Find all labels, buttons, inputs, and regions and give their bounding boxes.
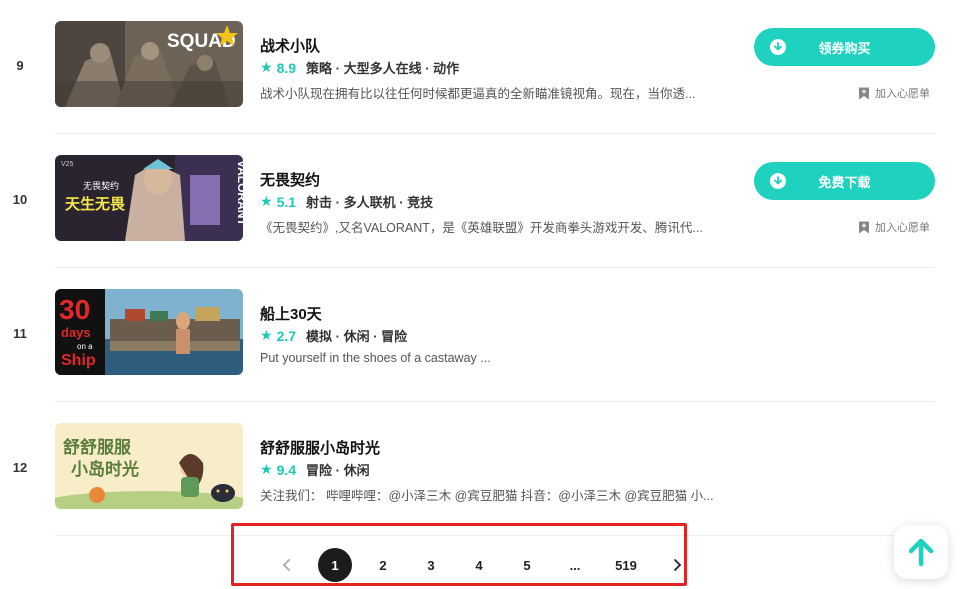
rank-number: 11 — [13, 326, 27, 341]
bookmark-icon — [859, 87, 869, 99]
game-row[interactable]: 10 V25 无畏契约 天生无畏 VALORANT 无畏契约 ★ 5.1 射击 … — [0, 134, 960, 268]
next-page-button[interactable] — [660, 548, 694, 582]
download-icon — [770, 173, 786, 189]
game-description: 《无畏契约》,又名VALORANT，是《英雄联盟》开发商拳头游戏开发、腾讯代..… — [260, 221, 703, 235]
free-download-button[interactable]: 免费下载 — [754, 162, 935, 200]
back-to-top-button[interactable] — [894, 525, 948, 579]
game-thumbnail[interactable]: 舒舒服服 小岛时光 — [55, 423, 243, 509]
game-row[interactable]: 11 30 days on a Ship 船上30天 ★ 2.7 模拟 · 休闲… — [0, 268, 960, 402]
game-title[interactable]: 船上30天 — [260, 303, 322, 324]
chevron-right-icon — [674, 559, 682, 571]
bookmark-icon — [859, 221, 869, 233]
game-row[interactable]: 9 SQUAD 战术小队 ★ 8.9 策略 · 大型多人在线 · 动作 战术小队… — [0, 0, 960, 134]
game-tags: 模拟 · 休闲 · 冒险 — [306, 329, 408, 344]
game-score: 5.1 — [276, 193, 297, 210]
squad-cover-image: SQUAD — [55, 21, 243, 107]
rank-number: 10 — [12, 192, 28, 207]
valorant-cover-image: V25 无畏契约 天生无畏 VALORANT — [55, 155, 243, 241]
add-to-wishlist-link[interactable]: 加入心愿单 — [858, 85, 930, 101]
game-score: 9.4 — [276, 461, 297, 478]
game-title[interactable]: 无畏契约 — [260, 169, 320, 190]
page-button[interactable]: 2 — [366, 548, 400, 582]
game-meta: ★ 9.4 冒险 · 休闲 — [260, 460, 370, 479]
game-score: 8.9 — [276, 59, 297, 76]
page-button[interactable]: 5 — [510, 548, 544, 582]
game-tags: 冒险 · 休闲 — [306, 463, 370, 478]
game-tags: 策略 · 大型多人在线 · 动作 — [306, 61, 460, 76]
thumb-days-text: days — [61, 325, 91, 340]
game-thumbnail[interactable]: 30 days on a Ship — [55, 289, 243, 375]
thumb-title-line1: 舒舒服服 — [63, 437, 132, 457]
star-icon: ★ — [260, 59, 273, 75]
thumb-ship-text: Ship — [61, 352, 96, 369]
last-page-button[interactable]: 519 — [606, 548, 646, 582]
game-thumbnail[interactable]: SQUAD — [55, 21, 243, 107]
game-meta: ★ 8.9 策略 · 大型多人在线 · 动作 — [260, 58, 459, 77]
button-label: 免费下载 — [818, 174, 871, 190]
cozy-island-cover-image: 舒舒服服 小岛时光 — [55, 423, 243, 509]
page-ellipsis: ... — [569, 557, 581, 573]
game-tags: 射击 · 多人联机 · 竞技 — [306, 195, 434, 210]
game-meta: ★ 5.1 射击 · 多人联机 · 竞技 — [260, 192, 433, 211]
star-icon: ★ — [260, 193, 273, 209]
thumb-title-line2: 小岛时光 — [71, 459, 139, 479]
game-meta: ★ 2.7 模拟 · 休闲 · 冒险 — [260, 326, 407, 345]
prev-page-button[interactable] — [270, 548, 304, 582]
thumb-small-text: 无畏契约 — [83, 180, 119, 191]
thumb-corner-text: V25 — [61, 161, 74, 168]
button-label: 领券购买 — [818, 40, 871, 56]
30-days-ship-cover-image: 30 days on a Ship — [55, 289, 243, 375]
game-title[interactable]: 战术小队 — [260, 35, 320, 56]
thumb-on-text: on a — [77, 342, 93, 351]
thumb-side-text: VALORANT — [235, 160, 243, 226]
star-icon: ★ — [260, 461, 273, 477]
chevron-left-icon — [282, 559, 290, 571]
game-title[interactable]: 舒舒服服小岛时光 — [260, 437, 380, 458]
game-row[interactable]: 12 舒舒服服 小岛时光 舒舒服服小岛时光 ★ 9.4 冒险 · 休闲 关注我们… — [0, 402, 960, 536]
download-icon — [770, 39, 786, 55]
star-icon: ★ — [260, 327, 273, 343]
thumb-slogan-text: 天生无畏 — [65, 195, 126, 213]
page-button[interactable]: 1 — [318, 548, 352, 582]
rank-number: 9 — [16, 58, 24, 73]
thumb-number-text: 30 — [59, 294, 90, 325]
game-score: 2.7 — [276, 327, 297, 344]
page-button[interactable]: 3 — [414, 548, 448, 582]
coupon-buy-button[interactable]: 领券购买 — [754, 28, 935, 66]
game-description: 关注我们： 哔哩哔哩：@小泽三木 @宾豆肥猫 抖音：@小泽三木 @宾豆肥猫 小.… — [260, 489, 714, 503]
arrow-up-icon — [908, 538, 934, 567]
add-to-wishlist-link[interactable]: 加入心愿单 — [858, 219, 930, 235]
game-thumbnail[interactable]: V25 无畏契约 天生无畏 VALORANT — [55, 155, 243, 241]
page-button[interactable]: 4 — [462, 548, 496, 582]
game-description: Put yourself in the shoes of a castaway … — [260, 351, 491, 365]
rank-number: 12 — [12, 460, 28, 475]
wishlist-label: 加入心愿单 — [875, 88, 930, 100]
pagination: 1 2 3 4 5 ... 519 — [270, 548, 708, 582]
wishlist-label: 加入心愿单 — [875, 222, 930, 234]
game-description: 战术小队现在拥有比以往任何时候都更逼真的全新瞄准镜视角。现在，当你透... — [260, 87, 696, 101]
